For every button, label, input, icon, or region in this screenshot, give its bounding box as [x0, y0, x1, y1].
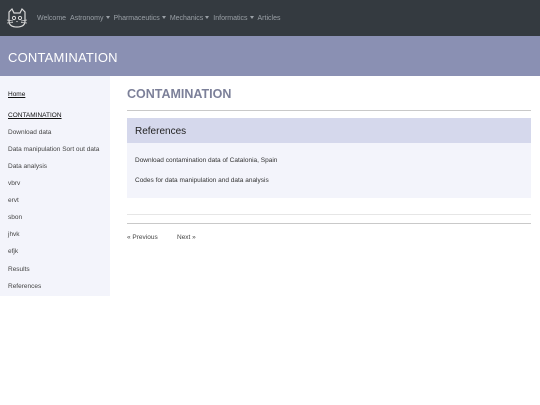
sidebar-item-download-data[interactable]: Download data — [8, 129, 51, 136]
nav-welcome[interactable]: Welcome — [37, 15, 66, 22]
footer-divider — [127, 223, 531, 224]
sidebar-item-efjk[interactable]: efjk — [8, 248, 18, 255]
nav-astronomy[interactable]: Astronomy — [70, 14, 110, 22]
card-header: References — [127, 118, 531, 143]
sidebar-item-data-manipulation[interactable]: Data manipulation Sort out data — [8, 146, 99, 153]
sidebar: Home CONTAMINATION Download data Data ma… — [0, 76, 110, 296]
nav-pharmaceutics-label: Pharmaceutics — [113, 14, 160, 22]
page-banner: CONTAMINATION — [0, 36, 540, 76]
nav-articles[interactable]: Articles — [258, 15, 281, 22]
footer-divider-light — [127, 214, 531, 215]
reference-link-download-data[interactable]: Download contamination data of Catalonia… — [135, 157, 277, 164]
banner-title: CONTAMINATION — [8, 50, 118, 65]
chevron-down-icon — [205, 15, 210, 19]
reference-link-codes[interactable]: Codes for data manipulation and data ana… — [135, 177, 269, 184]
nav-astronomy-label: Astronomy — [70, 14, 104, 22]
nav-welcome-label: Welcome — [37, 14, 67, 22]
cat-face-icon[interactable] — [6, 7, 28, 29]
sidebar-item-home[interactable]: Home — [8, 91, 25, 98]
nav-articles-label: Articles — [257, 14, 281, 22]
nav-mechanics[interactable]: Mechanics — [169, 14, 210, 22]
page-title: CONTAMINATION — [127, 87, 232, 101]
sidebar-item-references[interactable]: References — [8, 283, 41, 290]
sidebar-item-data-analysis[interactable]: Data analysis — [8, 163, 47, 170]
previous-link[interactable]: « Previous — [127, 234, 158, 241]
nav-informatics[interactable]: Informatics — [213, 14, 254, 22]
nav-mechanics-label: Mechanics — [169, 14, 204, 22]
sidebar-item-results[interactable]: Results — [8, 266, 30, 273]
next-link[interactable]: Next » — [177, 234, 196, 241]
references-card: References Download contamination data o… — [127, 118, 531, 198]
sidebar-item-contamination[interactable]: CONTAMINATION — [8, 112, 62, 119]
top-navbar: Welcome Astronomy Pharmaceutics Mechanic… — [0, 0, 540, 36]
nav-menu: Welcome Astronomy Pharmaceutics Mechanic… — [37, 0, 284, 36]
card-title: References — [135, 126, 187, 137]
sidebar-item-vbrv[interactable]: vbrv — [8, 180, 20, 187]
sidebar-item-sbon[interactable]: sbon — [8, 214, 22, 221]
nav-informatics-label: Informatics — [213, 14, 248, 22]
chevron-down-icon — [105, 15, 110, 19]
title-divider — [127, 110, 531, 111]
sidebar-item-jhvk[interactable]: jhvk — [8, 231, 20, 238]
chevron-down-icon — [161, 15, 166, 19]
sidebar-item-ervt[interactable]: ervt — [8, 197, 19, 204]
nav-pharmaceutics[interactable]: Pharmaceutics — [114, 15, 166, 22]
chevron-down-icon — [249, 15, 254, 19]
